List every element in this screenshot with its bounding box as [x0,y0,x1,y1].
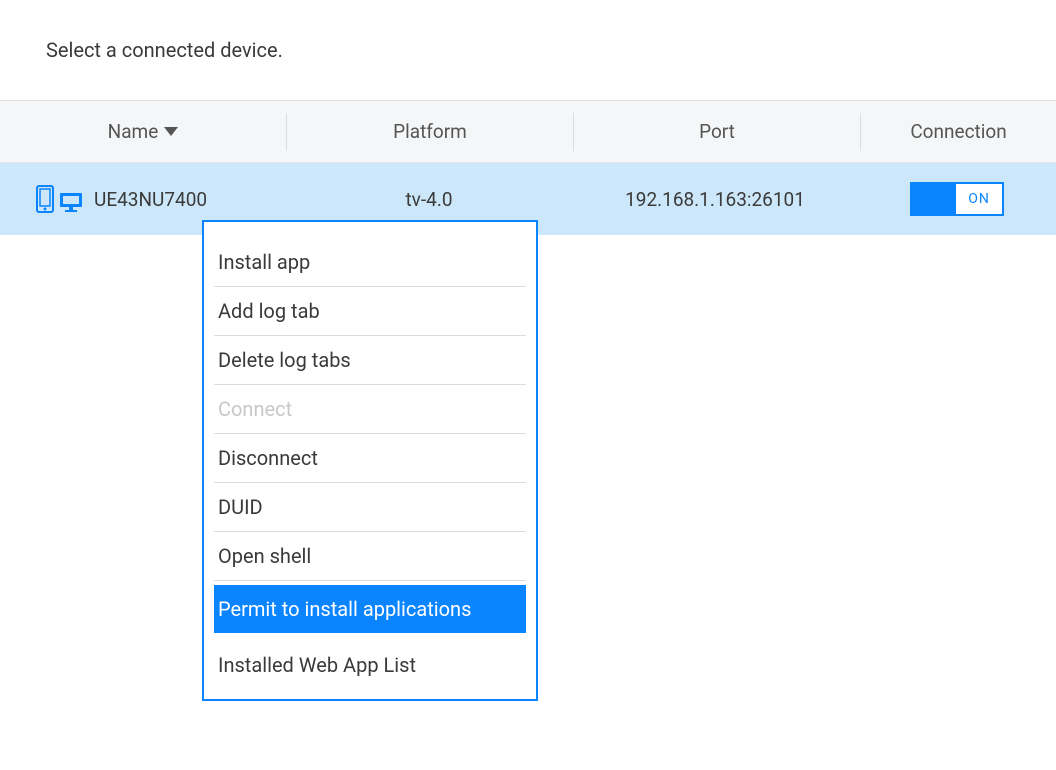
column-label: Port [699,120,735,143]
device-name-cell: UE43NU7400 [0,185,286,213]
column-header-name[interactable]: Name [0,120,286,143]
device-connection-cell: ON [858,182,1056,216]
menu-item-permit-install[interactable]: Permit to install applications [214,585,526,633]
sort-desc-icon [164,127,178,136]
menu-item-install-app[interactable]: Install app [214,238,526,287]
device-name: UE43NU7400 [94,188,207,211]
context-menu: Install app Add log tab Delete log tabs … [202,220,538,701]
device-platform-cell: tv-4.0 [286,188,572,211]
menu-item-delete-log-tabs[interactable]: Delete log tabs [214,336,526,385]
device-port-cell: 192.168.1.163:26101 [572,188,858,211]
column-label: Platform [393,120,467,143]
toggle-knob: ON [956,184,1002,214]
column-header-platform[interactable]: Platform [287,120,573,143]
menu-item-connect: Connect [214,385,526,434]
device-type-icons [36,185,84,213]
table-header-row: Name Platform Port Connection [0,101,1056,163]
menu-item-duid[interactable]: DUID [214,483,526,532]
device-port: 192.168.1.163:26101 [625,188,805,211]
column-label: Name [108,120,159,143]
menu-item-open-shell[interactable]: Open shell [214,532,526,581]
device-table: Name Platform Port Connection [0,100,1056,235]
toggle-label: ON [968,191,990,207]
column-header-connection[interactable]: Connection [861,120,1056,143]
device-platform: tv-4.0 [405,188,452,211]
menu-item-disconnect[interactable]: Disconnect [214,434,526,483]
monitor-icon [58,191,84,213]
page-title: Select a connected device. [0,0,1056,62]
column-label: Connection [910,120,1006,143]
connection-toggle[interactable]: ON [910,182,1004,216]
column-header-port[interactable]: Port [574,120,860,143]
phone-icon [36,185,54,213]
menu-item-add-log-tab[interactable]: Add log tab [214,287,526,336]
menu-item-installed-list[interactable]: Installed Web App List [214,641,526,689]
